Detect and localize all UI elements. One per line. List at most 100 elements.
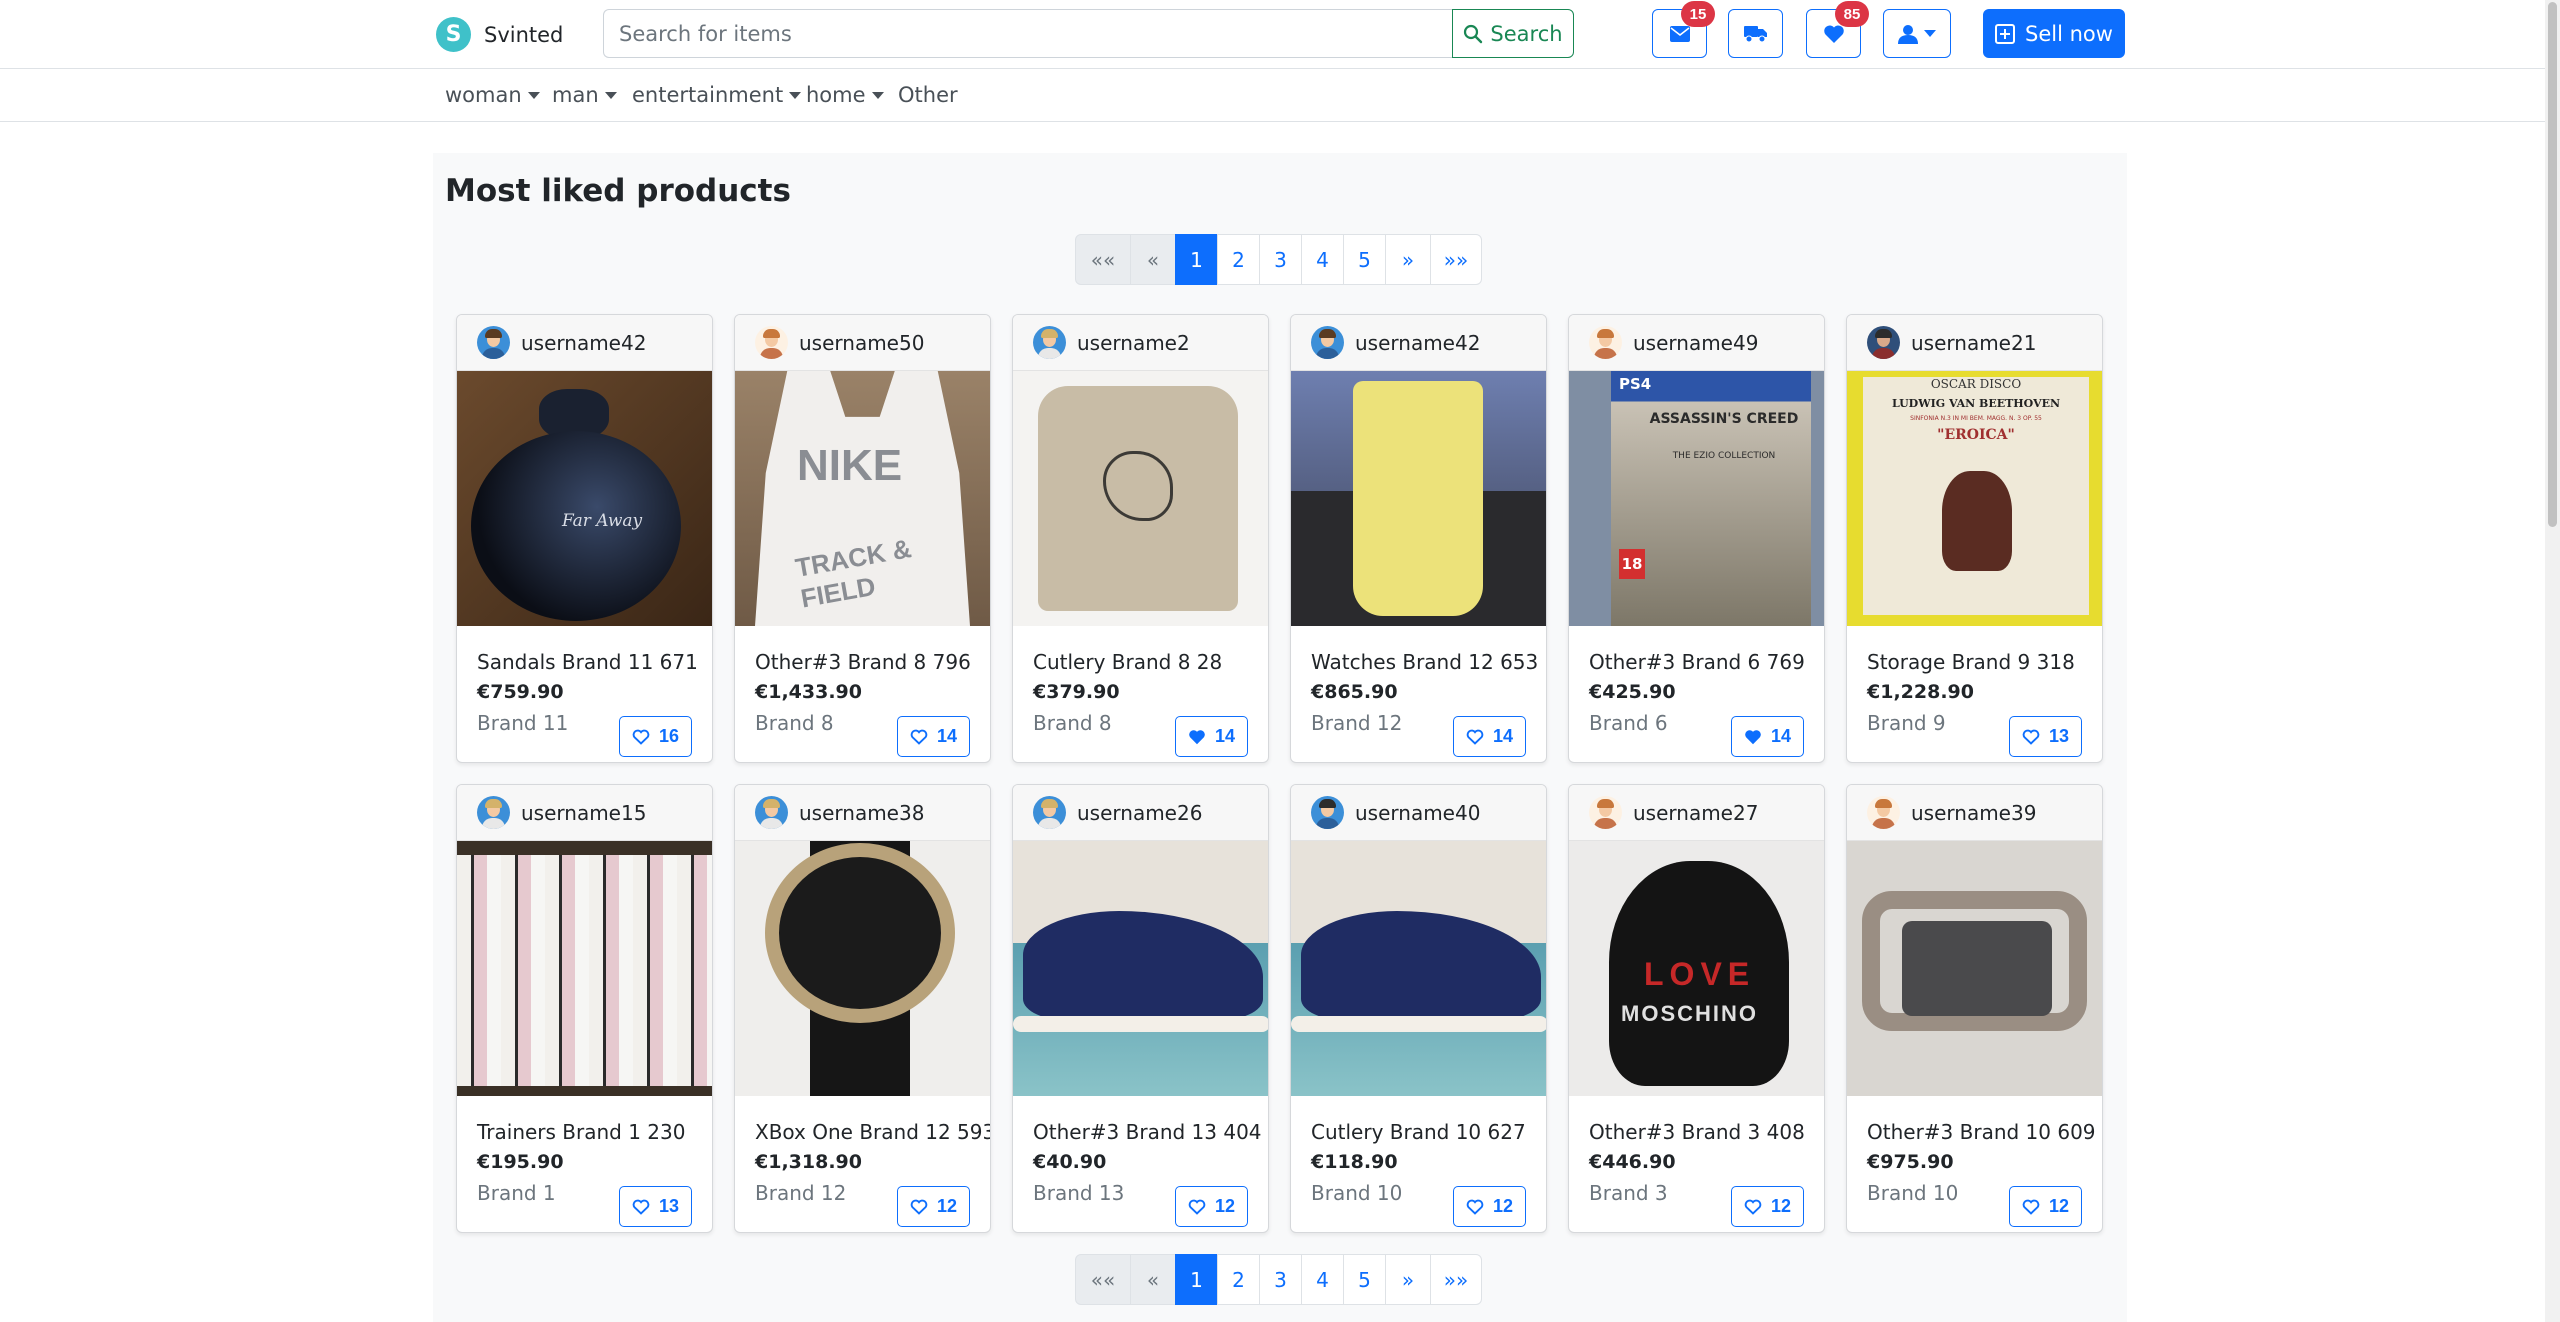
pagination-prev[interactable]: « [1130,234,1176,285]
category-entertainment[interactable]: entertainment [632,83,802,107]
product-card[interactable]: username15 Trainers Brand 1 230 €195.90 … [456,784,713,1233]
product-card[interactable]: username42 Watches Brand 12 653 €865.90 … [1290,314,1547,763]
item-title[interactable]: Storage Brand 9 318 [1867,650,2082,674]
product-image[interactable] [457,841,712,1096]
avatar[interactable] [755,796,788,829]
item-title[interactable]: Other#3 Brand 6 769 [1589,650,1805,674]
product-image[interactable] [1291,371,1546,626]
pagination-page-5[interactable]: 5 [1343,1254,1386,1305]
product-image[interactable] [1847,841,2102,1096]
product-card[interactable]: username50 NIKE TRACK & FIELD Other#3 Br… [734,314,991,763]
messages-button[interactable]: 15 [1652,1,1715,58]
like-button[interactable]: 12 [1730,1186,1804,1227]
avatar[interactable] [1589,326,1622,359]
avatar[interactable] [1033,796,1066,829]
product-image[interactable]: OSCAR DISCO LUDWIG VAN BEETHOVEN SINFONI… [1847,371,2102,626]
pagination-first[interactable]: «« [1075,1254,1131,1305]
pagination-prev[interactable]: « [1130,1254,1176,1305]
product-image[interactable] [735,841,990,1096]
product-card[interactable]: username27 LOVE MOSCHINO Other#3 Brand 3… [1568,784,1825,1233]
username[interactable]: username21 [1911,331,2036,355]
brand-link[interactable]: S Svinted [436,17,563,52]
product-image[interactable] [1013,371,1268,626]
user-menu-button[interactable] [1883,9,1951,58]
pagination-page-1[interactable]: 1 [1175,1254,1218,1305]
product-image[interactable] [1291,841,1546,1096]
username[interactable]: username42 [1355,331,1480,355]
username[interactable]: username42 [521,331,646,355]
like-button[interactable]: 13 [618,1186,692,1227]
like-button[interactable]: 13 [2008,716,2082,757]
pagination-page-4[interactable]: 4 [1301,234,1344,285]
scrollbar-thumb[interactable] [2548,2,2557,527]
avatar[interactable] [1867,796,1900,829]
pagination-page-3[interactable]: 3 [1259,234,1302,285]
item-title[interactable]: Other#3 Brand 10 609 [1867,1120,2096,1144]
pagination-page-5[interactable]: 5 [1343,234,1386,285]
pagination-last[interactable]: »» [1430,234,1482,285]
like-button[interactable]: 16 [618,716,692,757]
product-image[interactable] [1013,841,1268,1096]
pagination-page-2[interactable]: 2 [1217,234,1260,285]
avatar[interactable] [477,796,510,829]
username[interactable]: username15 [521,801,646,825]
product-card[interactable]: username39 Other#3 Brand 10 609 €975.90 … [1846,784,2103,1233]
category-man[interactable]: man [552,83,617,107]
item-title[interactable]: Cutlery Brand 8 28 [1033,650,1248,674]
avatar[interactable] [477,326,510,359]
username[interactable]: username39 [1911,801,2036,825]
pagination-first[interactable]: «« [1075,234,1131,285]
item-title[interactable]: Other#3 Brand 3 408 [1589,1120,1805,1144]
product-card[interactable]: username42 Far Away Sandals Brand 11 671… [456,314,713,763]
username[interactable]: username26 [1077,801,1202,825]
avatar[interactable] [1033,326,1066,359]
scrollbar-track[interactable] [2545,0,2560,1322]
product-card[interactable]: username49 PS4 ASSASSIN'S CREED THE EZIO… [1568,314,1825,763]
username[interactable]: username40 [1355,801,1480,825]
username[interactable]: username49 [1633,331,1758,355]
avatar[interactable] [755,326,788,359]
category-home[interactable]: home [806,83,884,107]
product-card[interactable]: username38 XBox One Brand 12 593 €1,318.… [734,784,991,1233]
item-title[interactable]: Cutlery Brand 10 627 [1311,1120,1526,1144]
item-title[interactable]: Other#3 Brand 8 796 [755,650,971,674]
pagination-last[interactable]: »» [1430,1254,1482,1305]
username[interactable]: username38 [799,801,924,825]
item-title[interactable]: XBox One Brand 12 593 [755,1120,990,1144]
pagination-next[interactable]: » [1385,234,1431,285]
item-title[interactable]: Sandals Brand 11 671 [477,650,698,674]
sell-now-button[interactable]: Sell now [1983,9,2125,58]
product-image[interactable]: LOVE MOSCHINO [1569,841,1824,1096]
like-button[interactable]: 14 [896,716,970,757]
like-button[interactable]: 12 [2008,1186,2082,1227]
search-input[interactable] [603,9,1452,58]
like-button[interactable]: 14 [1730,716,1804,757]
like-button[interactable]: 12 [896,1186,970,1227]
search-button[interactable]: Search [1452,9,1574,58]
like-button[interactable]: 12 [1452,1186,1526,1227]
product-card[interactable]: username26 Other#3 Brand 13 404 €40.90 B… [1012,784,1269,1233]
avatar[interactable] [1589,796,1622,829]
pagination-page-2[interactable]: 2 [1217,1254,1260,1305]
avatar[interactable] [1311,326,1344,359]
avatar[interactable] [1311,796,1344,829]
favorites-button[interactable]: 85 [1806,1,1869,58]
product-card[interactable]: username21 OSCAR DISCO LUDWIG VAN BEETHO… [1846,314,2103,763]
product-image[interactable]: PS4 ASSASSIN'S CREED THE EZIO COLLECTION… [1569,371,1824,626]
orders-button[interactable] [1728,9,1783,58]
like-button[interactable]: 14 [1174,716,1248,757]
item-title[interactable]: Other#3 Brand 13 404 [1033,1120,1262,1144]
item-title[interactable]: Watches Brand 12 653 [1311,650,1538,674]
product-card[interactable]: username40 Cutlery Brand 10 627 €118.90 … [1290,784,1547,1233]
category-woman[interactable]: woman [445,83,540,107]
product-image[interactable]: NIKE TRACK & FIELD [735,371,990,626]
item-title[interactable]: Trainers Brand 1 230 [477,1120,692,1144]
category-other[interactable]: Other [898,83,958,107]
avatar[interactable] [1867,326,1900,359]
like-button[interactable]: 12 [1174,1186,1248,1227]
product-card[interactable]: username2 Cutlery Brand 8 28 €379.90 Bra… [1012,314,1269,763]
product-image[interactable]: Far Away [457,371,712,626]
pagination-page-4[interactable]: 4 [1301,1254,1344,1305]
pagination-page-1[interactable]: 1 [1175,234,1218,285]
username[interactable]: username27 [1633,801,1758,825]
